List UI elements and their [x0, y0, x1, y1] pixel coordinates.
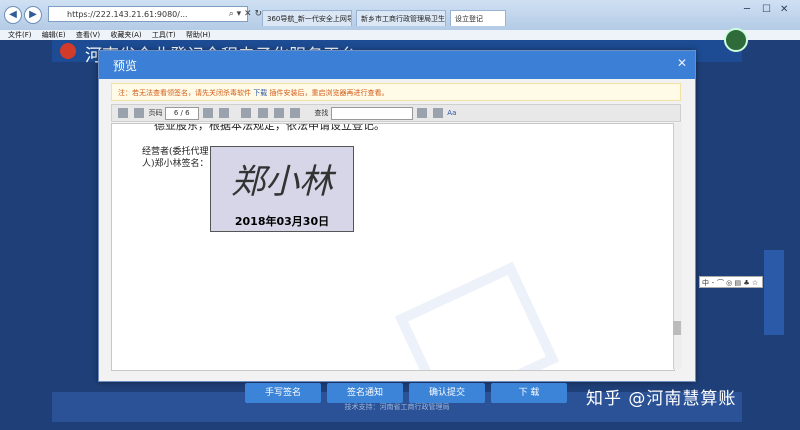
signature-text: 郑小林 — [231, 162, 337, 202]
signature-box: 郑小林 2018年03月30日 — [210, 146, 354, 232]
tab-sheli-dengji[interactable]: 设立登记 — [450, 10, 506, 26]
address-bar[interactable]: https://222.143.21.61:9080/... — [48, 6, 248, 22]
menu-bar: 文件(F) 编辑(E) 查看(V) 收藏夹(A) 工具(T) 帮助(H) — [0, 30, 800, 40]
recording-badge-icon — [724, 28, 748, 52]
notice-text: 注：若无法查看领签名，请先关闭杀毒软件 — [118, 89, 251, 97]
zhihu-watermark: 知乎 @河南慧算账 — [586, 389, 737, 409]
tab-360[interactable]: 360导航_新一代安全上网导航 — [262, 10, 352, 26]
save-icon[interactable] — [118, 108, 128, 118]
notice-tail: 插件安装后，重启浏览器再进行查看。 — [269, 89, 389, 97]
confirm-submit-button[interactable]: 确认提交 — [409, 383, 485, 403]
fit-page-icon[interactable] — [241, 108, 252, 118]
print-icon[interactable] — [134, 108, 145, 118]
page-label: 页码 — [148, 109, 163, 117]
menu-favorites[interactable]: 收藏夹(A) — [110, 30, 141, 40]
page-number-input[interactable]: 6 / 6 — [164, 106, 199, 120]
find-prev-icon[interactable] — [416, 108, 427, 118]
preview-dialog: 预览 ✕ 注：若无法查看领签名，请先关闭杀毒软件 下载 插件安装后，重启浏览器再… — [98, 50, 696, 403]
page-down-icon[interactable] — [219, 108, 230, 118]
zoom-out-icon[interactable] — [273, 108, 284, 118]
plugin-notice: 注：若无法查看领签名，请先关闭杀毒软件 下载 插件安装后，重启浏览器再进行查看。 — [111, 83, 681, 101]
menu-view[interactable]: 查看(V) — [76, 30, 100, 40]
tab-gongshang[interactable]: 新乡市工商行政管理局卫生计... — [356, 10, 446, 26]
dialog-close-icon[interactable]: ✕ — [677, 56, 687, 70]
pdf-toolbar: 页码 6 / 6 查找 Aa — [111, 104, 681, 122]
signer-label: 经营者(委托代理人)郑小林签名： — [142, 147, 209, 169]
site-logo — [60, 43, 76, 59]
address-bar-icons[interactable]: ⌕ ▾ ✕ ↻ — [222, 6, 262, 22]
right-floating-sidebar[interactable] — [764, 250, 784, 335]
zoom-in-icon[interactable] — [290, 108, 301, 118]
handwrite-sign-button[interactable]: 手写签名 — [245, 383, 321, 403]
notice-download-link[interactable]: 下载 — [253, 89, 267, 97]
find-next-icon[interactable] — [433, 108, 444, 118]
dialog-title: 预览 — [113, 59, 138, 73]
find-input[interactable] — [330, 106, 413, 120]
forward-button[interactable]: ▶ — [24, 6, 42, 24]
page-up-icon[interactable] — [202, 108, 213, 118]
watermark-seal — [394, 261, 560, 370]
document-top-text: 德亚股东，根据本法规定，依法申请设立登记。 — [154, 123, 385, 132]
signature-image: 郑小林 — [231, 162, 337, 202]
menu-file[interactable]: 文件(F) — [8, 30, 32, 40]
download-button[interactable]: 下 载 — [491, 383, 567, 403]
ime-toolbar[interactable]: 中 ･ ⌒ ◎ ▤ ♣ ☆ — [699, 276, 763, 288]
menu-help[interactable]: 帮助(H) — [186, 30, 211, 40]
close-window-button[interactable]: ✕ — [780, 4, 788, 15]
document-viewer[interactable]: 德亚股东，根据本法规定，依法申请设立登记。 经营者(委托代理人)郑小林签名： 郑… — [111, 123, 675, 371]
minimize-button[interactable]: ─ — [744, 4, 750, 15]
scrollbar-thumb[interactable] — [673, 321, 681, 335]
font-icon[interactable]: Aa — [447, 109, 456, 117]
menu-tools[interactable]: 工具(T) — [152, 30, 176, 40]
fit-width-icon[interactable] — [257, 108, 268, 118]
maximize-button[interactable]: ☐ — [762, 4, 771, 15]
menu-edit[interactable]: 编辑(E) — [42, 30, 66, 40]
signature-date: 2018年03月30日 — [234, 215, 330, 228]
back-button[interactable]: ◀ — [4, 6, 22, 24]
dialog-header — [99, 51, 695, 79]
sign-notify-button[interactable]: 签名通知 — [327, 383, 403, 403]
find-label: 查找 — [314, 109, 329, 117]
